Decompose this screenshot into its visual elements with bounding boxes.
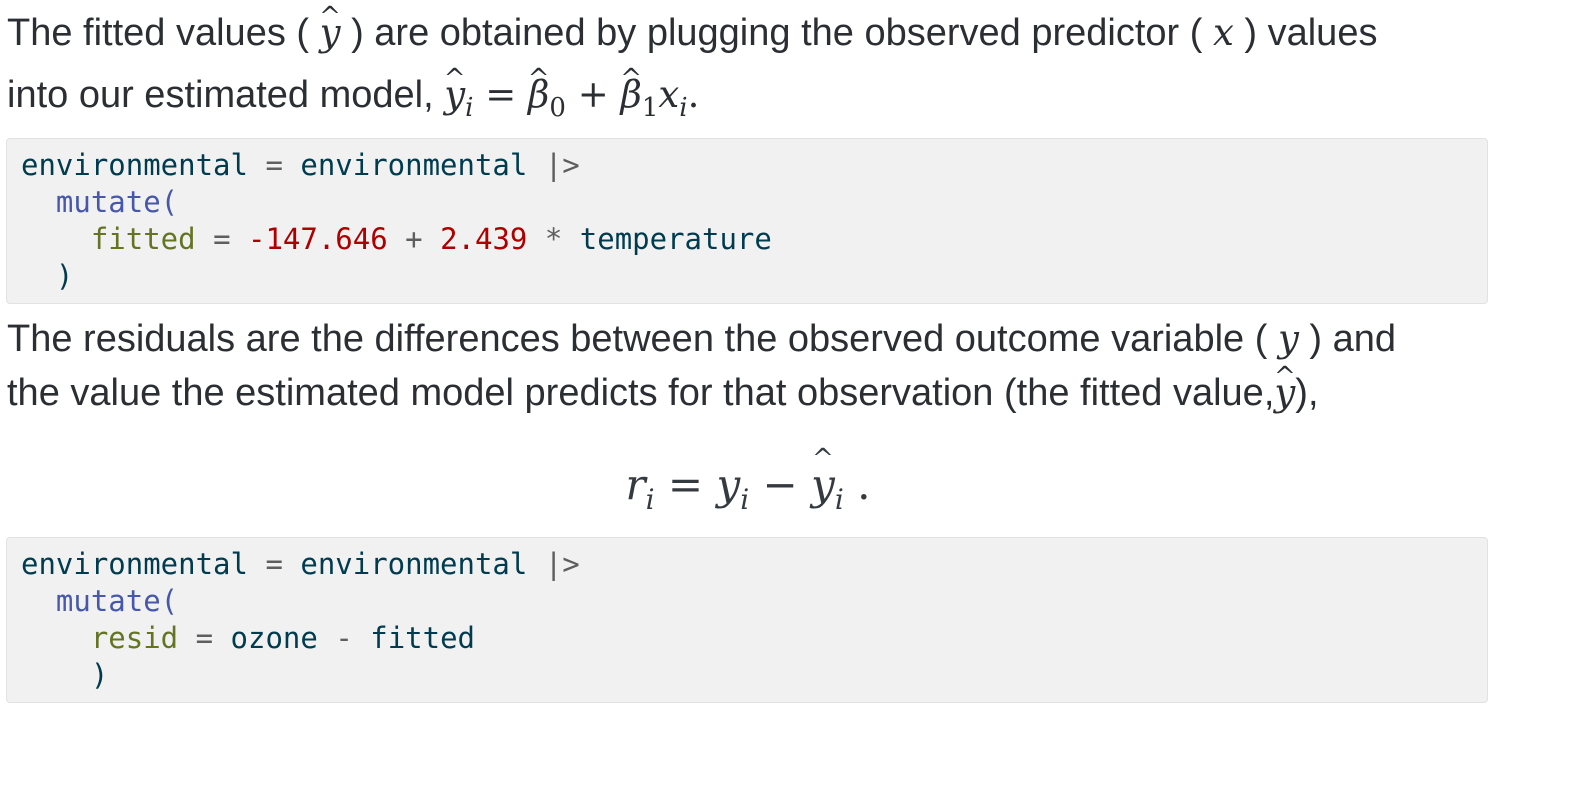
residual-equation: ri = yi − yi . xyxy=(7,460,1489,514)
fitted-values-paragraph: The fitted values ( y ) are obtained by … xyxy=(7,2,1507,64)
para1-text-b: ) are obtained by plugging the observed … xyxy=(351,12,1203,54)
document-content: The fitted values ( y ) are obtained by … xyxy=(6,0,1507,703)
residuals-paragraph-line2: the value the estimated model predicts f… xyxy=(7,366,1507,420)
code-block-fitted[interactable]: environmental = environmental |> mutate(… xyxy=(6,138,1488,304)
fitted-values-paragraph-line2: into our estimated model, yi = β0 + β1xi… xyxy=(7,64,1507,126)
para1-text-d: into our estimated model, xyxy=(7,74,434,116)
code-fitted: environmental = environmental |> mutate(… xyxy=(21,148,772,293)
yhat-symbol-2: y xyxy=(1274,371,1295,414)
code-resid: environmental = environmental |> mutate(… xyxy=(21,547,580,692)
para2-text-b: ) and xyxy=(1309,318,1397,360)
para2-text-a: The residuals are the differences betwee… xyxy=(7,318,1268,360)
model-equation: yi = β0 + β1xi. xyxy=(444,73,699,121)
para1-text-a: The fitted values ( xyxy=(7,12,310,54)
para2-text-d: ), xyxy=(1295,372,1319,414)
para2-text-c: the value the estimated model predicts f… xyxy=(7,372,1275,414)
x-symbol: x xyxy=(1212,11,1234,54)
code-block-resid[interactable]: environmental = environmental |> mutate(… xyxy=(6,537,1488,703)
para1-text-c: ) values xyxy=(1244,12,1378,54)
yhat-symbol: y xyxy=(320,11,341,54)
